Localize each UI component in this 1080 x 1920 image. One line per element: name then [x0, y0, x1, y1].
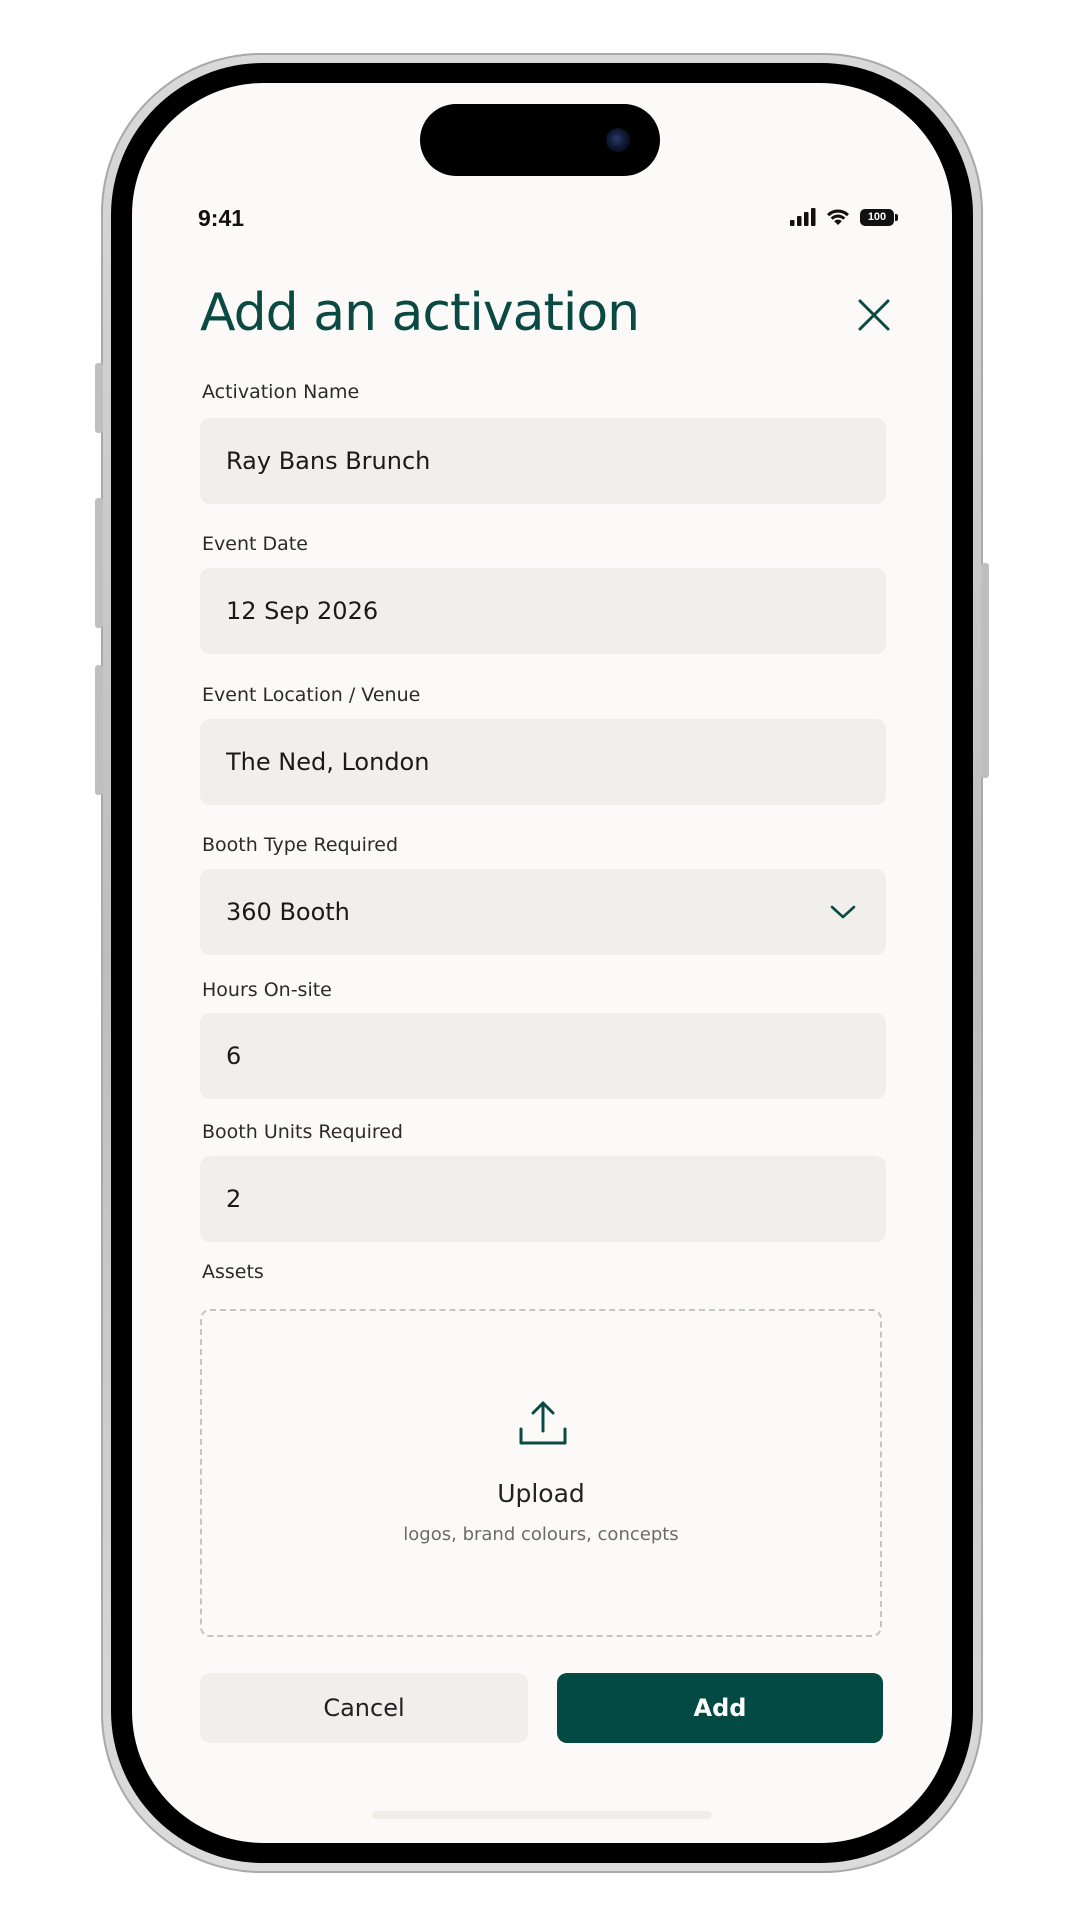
- status-icons: 100: [790, 207, 898, 227]
- status-time: 9:41: [198, 205, 245, 231]
- battery-icon: 100: [860, 208, 898, 226]
- event-date-input[interactable]: [200, 568, 886, 654]
- asset-upload-dropzone[interactable]: Upload logos, brand colours, concepts: [200, 1309, 882, 1637]
- event-date-label: Event Date: [202, 533, 308, 555]
- booth-units-input[interactable]: [200, 1156, 886, 1242]
- upload-icon: [519, 1401, 567, 1445]
- camera-icon: [606, 128, 630, 152]
- power-button: [981, 563, 989, 778]
- assets-label: Assets: [202, 1261, 264, 1283]
- booth-type-select[interactable]: 360 Booth: [200, 869, 886, 955]
- activation-name-input[interactable]: [200, 418, 886, 504]
- add-button[interactable]: Add: [557, 1673, 883, 1743]
- dynamic-island: [420, 104, 660, 176]
- booth-units-label: Booth Units Required: [202, 1121, 403, 1143]
- upload-title: Upload: [497, 1479, 585, 1508]
- signal-icon: [790, 208, 816, 226]
- event-location-label: Event Location / Venue: [202, 684, 421, 706]
- booth-type-label: Booth Type Required: [202, 834, 399, 856]
- cancel-button[interactable]: Cancel: [200, 1673, 528, 1743]
- battery-level: 100: [867, 211, 887, 223]
- booth-type-value: 360 Booth: [226, 898, 350, 926]
- volume-up-button: [95, 498, 103, 628]
- action-button: [95, 363, 103, 433]
- activation-name-label: Activation Name: [202, 381, 360, 403]
- page-title: Add an activation: [200, 283, 640, 343]
- hours-onsite-label: Hours On-site: [202, 979, 332, 1001]
- volume-down-button: [95, 665, 103, 795]
- wifi-icon: [827, 209, 849, 225]
- chevron-down-icon: [830, 905, 856, 919]
- upload-hint: logos, brand colours, concepts: [403, 1524, 679, 1545]
- event-location-input[interactable]: [200, 719, 886, 805]
- close-button[interactable]: [850, 291, 898, 339]
- close-icon: [858, 299, 890, 331]
- status-bar: 9:41 100: [132, 195, 952, 235]
- hours-onsite-input[interactable]: [200, 1013, 886, 1099]
- phone-screen: 9:41 100 Add an activation Activation Na…: [132, 83, 952, 1843]
- home-indicator: [372, 1811, 712, 1819]
